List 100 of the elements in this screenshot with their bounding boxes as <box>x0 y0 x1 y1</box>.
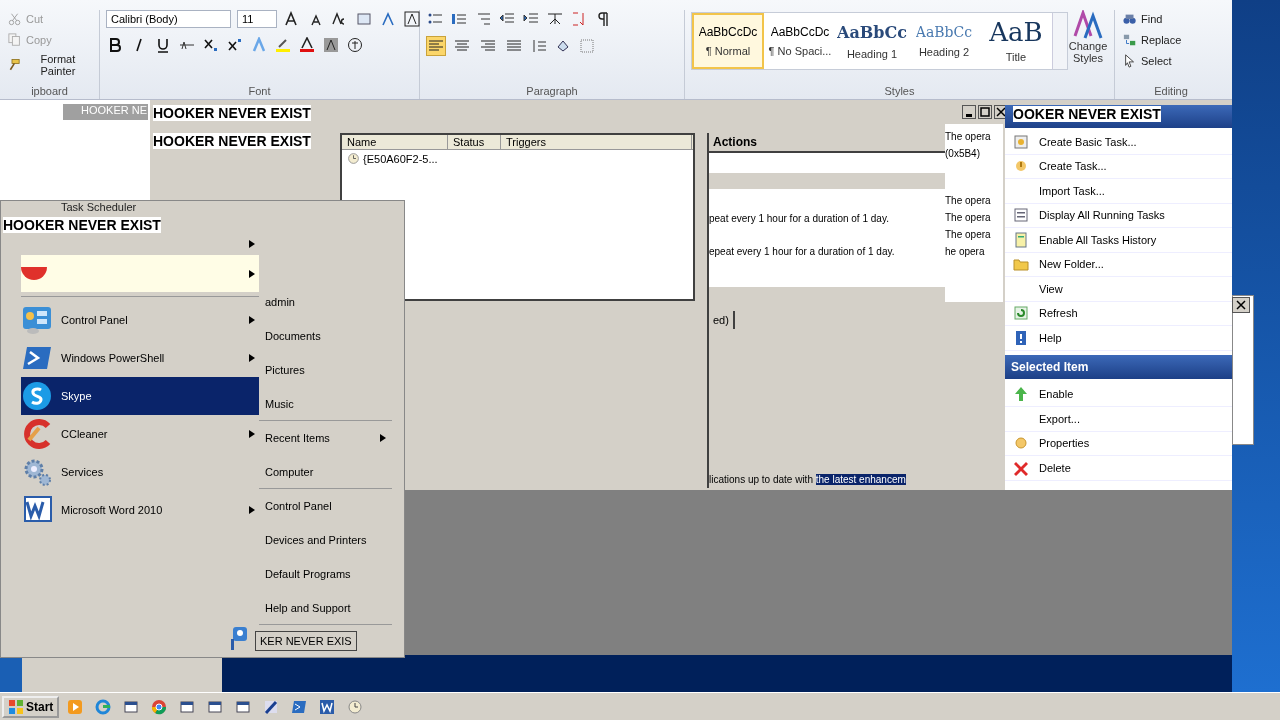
place-item[interactable]: Recent Items <box>259 421 392 455</box>
select-icon <box>1123 53 1137 69</box>
new-program-row[interactable] <box>21 255 259 292</box>
group-label: Editing <box>1153 85 1189 99</box>
pane-title: OOKER NEVER EXIST <box>1013 106 1161 122</box>
action-item[interactable]: View <box>1005 277 1232 302</box>
submenu-arrow-icon <box>249 240 255 248</box>
column-header[interactable]: Status <box>448 135 501 149</box>
minimize-button[interactable] <box>962 105 976 119</box>
enable-icon <box>1013 386 1029 403</box>
group-label: Font <box>247 85 272 99</box>
window-icon <box>235 698 252 715</box>
action-item[interactable]: Import Task... <box>1005 179 1232 204</box>
folder-icon <box>1013 256 1029 273</box>
chat-icon <box>21 380 53 412</box>
description-text: lications up to date with the latest enhancem <box>709 473 906 487</box>
program-item[interactable]: Windows PowerShell <box>21 339 259 377</box>
history-text: (0x5B4) <box>945 147 981 161</box>
wizard-icon <box>1013 133 1029 150</box>
browser-round-icon <box>151 698 168 715</box>
maximize-button[interactable] <box>978 105 992 119</box>
clock-icon <box>347 152 360 165</box>
style-tile[interactable]: AaBbCcDc ¶ No Spaci... <box>764 13 836 69</box>
panel-header: Actions <box>709 133 945 153</box>
cleaner-icon <box>21 418 53 450</box>
action-item[interactable]: Refresh <box>1005 301 1232 326</box>
editing-button[interactable]: Replace <box>1121 31 1184 49</box>
action-item[interactable]: Export... <box>1005 407 1232 432</box>
start-button[interactable]: Start <box>2 695 60 718</box>
action-item[interactable]: Enable <box>1005 382 1232 407</box>
trigger-text: peat every 1 hour for a duration of 1 day. <box>709 213 889 224</box>
submenu-arrow-icon <box>249 269 255 278</box>
style-tile[interactable]: AaB Title <box>980 13 1052 69</box>
maximize-icon <box>980 107 990 117</box>
action-item[interactable]: Help <box>1005 326 1232 351</box>
action-item[interactable]: Create Basic Task... <box>1005 130 1232 155</box>
program-label[interactable]: Task Scheduler <box>21 201 259 213</box>
place-item[interactable]: Default Programs <box>259 557 392 591</box>
editing-button[interactable]: Select <box>1121 52 1184 70</box>
detail-tab[interactable]: ed) <box>709 311 735 329</box>
history-text: The opera <box>945 211 992 225</box>
column-header[interactable]: Name <box>342 135 448 149</box>
group-label: Paragraph <box>525 85 579 99</box>
properties-icon <box>1013 435 1029 452</box>
program-item[interactable]: CCleaner <box>21 415 259 453</box>
style-tile[interactable]: AaBbCc Heading 1 <box>836 13 908 69</box>
editing-button[interactable]: Find <box>1121 10 1184 28</box>
font-name-field[interactable]: Calibri (Body) <box>106 10 231 28</box>
place-item[interactable]: Computer <box>259 455 392 489</box>
align-button[interactable] <box>426 36 446 56</box>
close-button[interactable] <box>1232 297 1250 313</box>
shutdown-button[interactable]: KER NEVER EXIS <box>255 631 357 651</box>
action-item[interactable]: Properties <box>1005 431 1232 456</box>
action-item[interactable]: New Folder... <box>1005 252 1232 277</box>
media-icon <box>67 698 84 715</box>
program-item[interactable]: Skype <box>21 377 259 415</box>
copy-icon <box>8 32 22 48</box>
font-size-field[interactable]: 11 <box>237 10 277 28</box>
trigger-text: epeat every 1 hour for a duration of 1 day. <box>709 246 895 257</box>
group-label: ipboard <box>30 85 69 99</box>
place-item[interactable]: Help and Support <box>259 591 392 625</box>
place-item[interactable]: Documents <box>259 319 392 353</box>
style-tile[interactable]: AaBbCcDc ¶ Normal <box>692 13 764 69</box>
font-color-icon[interactable] <box>298 36 316 54</box>
line-spacing-icon[interactable] <box>530 37 548 55</box>
close-icon <box>1236 300 1246 310</box>
program-item[interactable]: Control Panel <box>21 301 259 339</box>
windows-flag-icon <box>8 698 24 715</box>
style-tile[interactable]: AaBbCc Heading 2 <box>908 13 980 69</box>
column-header[interactable]: Triggers <box>501 135 692 149</box>
window-title: HOOKER NEVER EXIST <box>153 133 311 149</box>
action-item[interactable]: Display All Running Tasks <box>1005 203 1232 228</box>
delete-icon <box>1013 459 1029 476</box>
place-item[interactable]: admin <box>259 285 392 319</box>
control-panel-icon <box>21 304 53 336</box>
browser-ring-icon <box>95 698 112 715</box>
shading-icon[interactable] <box>322 36 340 54</box>
place-item[interactable]: Control Panel <box>259 489 392 523</box>
document-icon <box>319 698 336 715</box>
action-item[interactable]: Delete <box>1005 456 1232 481</box>
close-icon <box>996 107 1006 117</box>
history-text: The opera <box>945 228 992 242</box>
task-row[interactable]: {E50A60F2-5... <box>342 150 693 167</box>
highlight-icon[interactable] <box>274 36 292 54</box>
clock-icon <box>347 698 364 715</box>
border-text-icon[interactable] <box>403 10 421 28</box>
place-item[interactable]: Pictures <box>259 353 392 387</box>
program-item[interactable]: Microsoft Word 2010 <box>21 491 259 529</box>
phonetic-icon[interactable] <box>379 10 397 28</box>
place-item[interactable]: Devices and Printers <box>259 523 392 557</box>
place-item[interactable]: Music <box>259 387 392 421</box>
enclose-icon[interactable] <box>346 36 364 54</box>
replace-icon <box>1123 32 1137 48</box>
action-item[interactable]: Enable All Tasks History <box>1005 228 1232 253</box>
change-styles-button[interactable]: Change Styles <box>1068 10 1108 85</box>
shell-icon <box>291 698 308 715</box>
submenu-arrow-icon <box>249 316 255 324</box>
program-item[interactable]: Services <box>21 453 259 491</box>
clipboard-button[interactable]: Format Painter <box>6 52 93 78</box>
action-item[interactable]: Create Task... <box>1005 154 1232 179</box>
